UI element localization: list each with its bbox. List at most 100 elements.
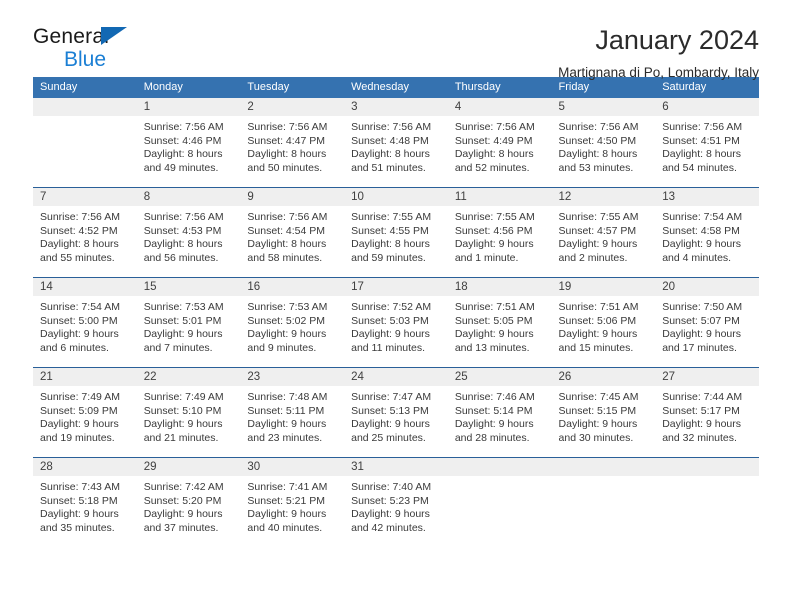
calendar-day-cell[interactable]: 4 Sunrise: 7:56 AM Sunset: 4:49 PM Daylight… [447,98,552,188]
day-details: Sunrise: 7:56 AM Sunset: 4:50 PM Daylight:… [552,116,656,175]
calendar-day-cell[interactable]: 13 Sunrise: 7:54 AM Sunset: 4:58 PM Dayligh… [655,187,759,278]
calendar-day-cell[interactable]: 5 Sunrise: 7:56 AM Sunset: 4:50 PM Daylight… [551,98,656,188]
generalblue-logo[interactable]: General Blue [33,26,127,70]
calendar-day-cell[interactable]: 23 Sunrise: 7:48 AM Sunset: 5:11 PM Dayligh… [240,367,345,458]
calendar-day-cell[interactable]: 11 Sunrise: 7:55 AM Sunset: 4:56 PM Dayligh… [447,187,552,278]
day-number: 7 [33,188,137,206]
calendar-day-cell[interactable]: 18 Sunrise: 7:51 AM Sunset: 5:05 PM Dayligh… [447,277,552,368]
day-number: 3 [344,98,448,116]
day-cell-content: 29 Sunrise: 7:42 AM Sunset: 5:20 PM Dayligh… [136,458,241,547]
day-details: Sunrise: 7:54 AM Sunset: 5:00 PM Daylight:… [33,296,137,355]
daylight-text-line2: and 7 minutes. [143,341,213,354]
day-cell-content: 23 Sunrise: 7:48 AM Sunset: 5:11 PM Dayligh… [240,368,345,457]
daylight-text-line1: Daylight: 9 hours [454,328,534,341]
sunset-text: Sunset: 5:02 PM [247,314,326,327]
daylight-text-line2: and 52 minutes. [454,161,530,174]
day-number: 10 [344,188,448,206]
calendar-day-cell[interactable]: 9 Sunrise: 7:56 AM Sunset: 4:54 PM Daylight… [240,187,345,278]
sunrise-text: Sunrise: 7:51 AM [558,301,639,313]
calendar-day-cell[interactable]: 28 Sunrise: 7:43 AM Sunset: 5:18 PM Dayligh… [33,457,137,547]
calendar-day-cell[interactable]: 20 Sunrise: 7:50 AM Sunset: 5:07 PM Dayligh… [655,277,759,368]
sunrise-text: Sunrise: 7:41 AM [247,481,328,493]
daylight-text-line2: and 13 minutes. [454,341,530,354]
weekday-header-friday: Friday [551,77,656,98]
day-cell-content [551,458,656,547]
calendar-day-cell[interactable]: 10 Sunrise: 7:55 AM Sunset: 4:55 PM Dayligh… [344,187,448,278]
day-details: Sunrise: 7:51 AM Sunset: 5:06 PM Daylight:… [552,296,656,355]
calendar-day-cell[interactable]: 27 Sunrise: 7:44 AM Sunset: 5:17 PM Dayligh… [655,367,759,458]
calendar-day-cell[interactable]: 7 Sunrise: 7:56 AM Sunset: 4:52 PM Daylight… [33,187,137,278]
calendar-day-cell[interactable]: 6 Sunrise: 7:56 AM Sunset: 4:51 PM Daylight… [655,98,759,188]
sunset-text: Sunset: 4:48 PM [351,134,429,147]
day-number: 6 [655,98,759,116]
sunset-text: Sunset: 5:09 PM [40,404,118,417]
sunset-text: Sunset: 5:17 PM [662,404,740,417]
daylight-text-line1: Daylight: 9 hours [558,328,638,341]
daylight-text-line1: Daylight: 9 hours [662,328,742,341]
daylight-text-line1: Daylight: 9 hours [40,418,119,431]
calendar-day-cell[interactable]: 3 Sunrise: 7:56 AM Sunset: 4:48 PM Daylight… [344,98,448,188]
calendar-day-cell[interactable]: 26 Sunrise: 7:45 AM Sunset: 5:15 PM Dayligh… [551,367,656,458]
day-cell-content: 18 Sunrise: 7:51 AM Sunset: 5:05 PM Dayligh… [447,278,552,367]
day-details: Sunrise: 7:48 AM Sunset: 5:11 PM Daylight:… [240,386,344,445]
calendar-day-cell[interactable]: 12 Sunrise: 7:55 AM Sunset: 4:57 PM Dayligh… [551,187,656,278]
calendar-day-cell[interactable]: 22 Sunrise: 7:49 AM Sunset: 5:10 PM Dayligh… [136,367,241,458]
daylight-text-line1: Daylight: 9 hours [247,418,327,431]
calendar-day-cell[interactable]: 17 Sunrise: 7:52 AM Sunset: 5:03 PM Dayligh… [344,277,448,368]
day-details: Sunrise: 7:53 AM Sunset: 5:01 PM Daylight:… [137,296,241,355]
daylight-text-line1: Daylight: 9 hours [662,238,742,251]
calendar-day-cell[interactable]: 16 Sunrise: 7:53 AM Sunset: 5:02 PM Dayligh… [240,277,345,368]
daylight-text-line2: and 9 minutes. [247,341,317,354]
daylight-text-line1: Daylight: 9 hours [143,418,223,431]
weekday-header-wednesday: Wednesday [344,77,448,98]
daylight-text-line2: and 15 minutes. [558,341,634,354]
day-cell-content: 3 Sunrise: 7:56 AM Sunset: 4:48 PM Daylight… [344,98,448,187]
daylight-text-line2: and 21 minutes. [143,431,219,444]
calendar-day-cell[interactable] [551,457,656,547]
day-details: Sunrise: 7:54 AM Sunset: 4:58 PM Daylight:… [655,206,759,265]
day-number: 13 [655,188,759,206]
day-number: 1 [136,98,241,116]
calendar-day-cell[interactable]: 24 Sunrise: 7:47 AM Sunset: 5:13 PM Dayligh… [344,367,448,458]
daylight-text-line2: and 30 minutes. [558,431,634,444]
calendar-day-cell[interactable]: 2 Sunrise: 7:56 AM Sunset: 4:47 PM Daylight… [240,98,345,188]
sunset-text: Sunset: 4:54 PM [247,224,326,237]
sunrise-text: Sunrise: 7:56 AM [40,211,120,223]
calendar-day-cell[interactable] [655,457,759,547]
calendar-day-cell[interactable]: 1 Sunrise: 7:56 AM Sunset: 4:46 PM Daylight… [136,98,241,188]
daylight-text-line2: and 28 minutes. [454,431,530,444]
day-cell-content: 28 Sunrise: 7:43 AM Sunset: 5:18 PM Dayligh… [33,458,137,547]
calendar-day-cell[interactable]: 19 Sunrise: 7:51 AM Sunset: 5:06 PM Dayligh… [551,277,656,368]
calendar-day-cell[interactable]: 8 Sunrise: 7:56 AM Sunset: 4:53 PM Daylight… [136,187,241,278]
day-cell-content: 9 Sunrise: 7:56 AM Sunset: 4:54 PM Daylight… [240,188,345,277]
day-cell-content [33,98,137,187]
calendar-day-cell[interactable]: 31 Sunrise: 7:40 AM Sunset: 5:23 PM Dayligh… [344,457,448,547]
sunset-text: Sunset: 4:53 PM [143,224,222,237]
calendar-day-cell[interactable] [33,98,137,188]
sunrise-text: Sunrise: 7:55 AM [454,211,535,223]
daylight-text-line1: Daylight: 8 hours [143,238,223,251]
calendar-day-cell[interactable]: 14 Sunrise: 7:54 AM Sunset: 5:00 PM Dayligh… [33,277,137,368]
logo-text-general: General [33,26,127,47]
calendar-day-cell[interactable]: 15 Sunrise: 7:53 AM Sunset: 5:01 PM Dayligh… [136,277,241,368]
day-details: Sunrise: 7:55 AM Sunset: 4:56 PM Daylight:… [448,206,552,265]
sunrise-text: Sunrise: 7:55 AM [558,211,639,223]
weekday-header-saturday: Saturday [655,77,759,98]
day-number: 5 [551,98,656,116]
daylight-text-line2: and 32 minutes. [662,431,737,444]
day-cell-content: 12 Sunrise: 7:55 AM Sunset: 4:57 PM Dayligh… [551,188,656,277]
page-subtitle: Martignana di Po, Lombardy, Italy [558,64,759,80]
day-number: 20 [655,278,759,296]
day-number: 21 [33,368,137,386]
calendar-day-cell[interactable] [447,457,552,547]
daylight-text-line1: Daylight: 9 hours [351,418,430,431]
calendar-day-cell[interactable]: 21 Sunrise: 7:49 AM Sunset: 5:09 PM Dayligh… [33,367,137,458]
daylight-text-line2: and 17 minutes. [662,341,737,354]
day-cell-content: 26 Sunrise: 7:45 AM Sunset: 5:15 PM Dayligh… [551,368,656,457]
calendar-day-cell[interactable]: 30 Sunrise: 7:41 AM Sunset: 5:21 PM Dayligh… [240,457,345,547]
day-number: 31 [344,458,448,476]
calendar-day-cell[interactable]: 29 Sunrise: 7:42 AM Sunset: 5:20 PM Dayligh… [136,457,241,547]
calendar-day-cell[interactable]: 25 Sunrise: 7:46 AM Sunset: 5:14 PM Dayligh… [447,367,552,458]
daylight-text-line1: Daylight: 8 hours [351,238,430,251]
daylight-text-line1: Daylight: 8 hours [40,238,119,251]
